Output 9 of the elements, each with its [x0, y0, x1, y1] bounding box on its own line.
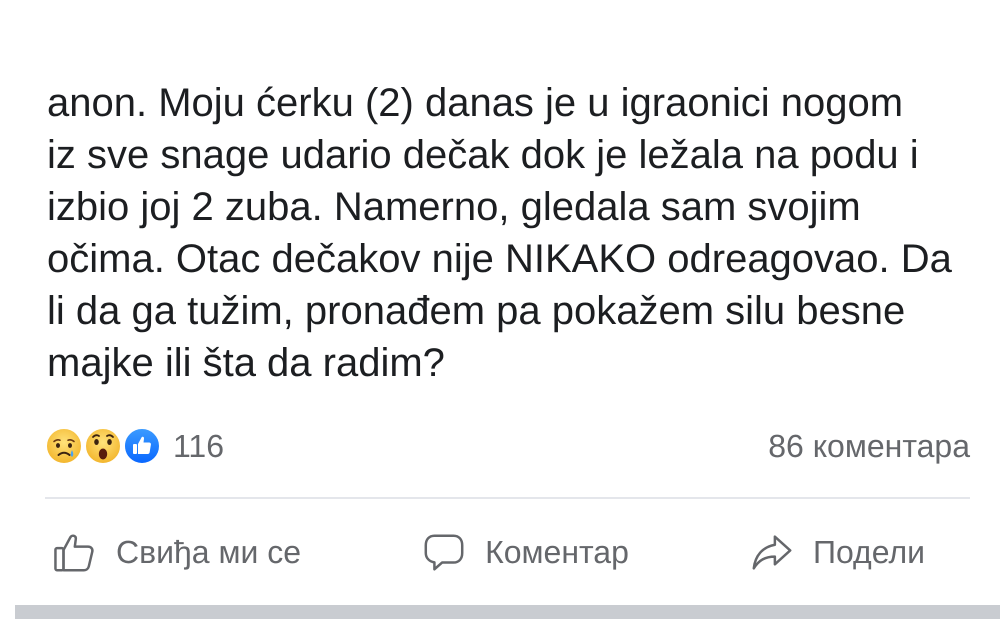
share-button[interactable]: Подели [748, 529, 925, 575]
thumbs-up-icon [123, 427, 161, 465]
crying-face-icon [45, 427, 83, 465]
comment-count[interactable]: 86 коментара [768, 428, 970, 464]
post-text: anon. Moju ćerku (2) danas je u igraonici nogom iz sve snage udario dečak dok je ležala na podu i izbio joj 2 zuba. Namerno, gledala sam svojim očima. Otac dečakov nije NIKAKO odreagovao. Da li da ga tužim, pronađem pa pokažem silu besne majke ili šta da radim? [47, 80, 953, 387]
like-button[interactable]: Свиђа ми се [52, 529, 302, 575]
surprised-face-icon [84, 427, 122, 465]
comment-button[interactable]: Коментар [421, 529, 629, 575]
reaction-count[interactable]: 116 [173, 428, 224, 464]
